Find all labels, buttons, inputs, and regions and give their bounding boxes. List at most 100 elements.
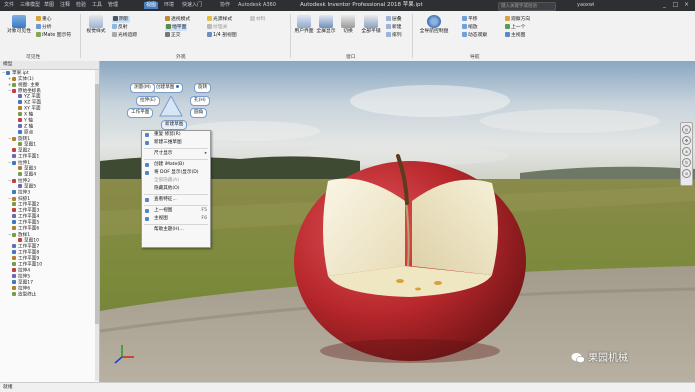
zoom-button[interactable]: 缩放: [462, 24, 478, 31]
reflection-button[interactable]: 反射: [112, 24, 128, 31]
marking-menu-extrude[interactable]: 拉伸(E): [136, 96, 160, 106]
perspective-button[interactable]: 透视模式: [165, 16, 190, 23]
context-menu-item[interactable]: 尺寸显示 ▸: [142, 150, 210, 158]
home-icon: [505, 32, 510, 37]
user-name[interactable]: yaoxwl: [577, 2, 594, 9]
context-menu-item[interactable]: 新建三维草图: [142, 139, 210, 147]
user-interface-button[interactable]: 用户界面: [294, 15, 314, 35]
tree-node-label: Z 轴: [24, 124, 34, 130]
context-menu-label: 帮助主题(H)...: [154, 227, 184, 232]
shadows-button[interactable]: 阴影: [112, 16, 130, 23]
minimize-icon[interactable]: _: [660, 1, 669, 9]
ribbon: 对象可见性 重心 分析 iMate 图示符 可见性 视觉样式 阴影 反射 光线追…: [0, 11, 695, 62]
lighting-style-button[interactable]: 光源样式: [207, 16, 232, 23]
tree-node-label: Y 轴: [24, 118, 33, 124]
tree-node-label: 工作平面7: [18, 244, 40, 250]
tab-3d-model[interactable]: 三维模型: [18, 2, 42, 9]
context-menu-item[interactable]: 重复 修剪(R): [142, 131, 210, 139]
center-of-gravity-button[interactable]: 重心: [36, 16, 52, 23]
cascade-button[interactable]: 层叠: [386, 16, 402, 23]
object-visibility-icon: [12, 15, 26, 28]
tree-node-label: X 轴: [24, 112, 34, 118]
marking-menu-new-sketch[interactable]: 新建草图: [161, 120, 188, 130]
full-navigation-wheel-button[interactable]: 全导航控制盘: [416, 15, 452, 35]
marking-menu-revolve[interactable]: 旋转: [194, 83, 212, 93]
pan-icon[interactable]: ✥: [682, 136, 691, 145]
tree-node-label: 工作平面10: [18, 262, 43, 268]
zoom-icon[interactable]: ±: [682, 147, 691, 156]
context-menu-item[interactable]: 上一视图 F5: [142, 207, 210, 215]
context-menu-item[interactable]: 将 DOF 显示(显示(D): [142, 169, 210, 177]
ground-plane-button[interactable]: 地平面: [165, 24, 188, 31]
home-view-button[interactable]: 主视图: [505, 32, 525, 39]
marking-menu-measure[interactable]: 测量(M): [130, 83, 155, 93]
tab-file[interactable]: 文件: [2, 2, 16, 9]
feature-icon: [12, 268, 16, 272]
tree-node-label: 工作平面8: [18, 250, 40, 256]
look-at-button[interactable]: 观察方向: [505, 16, 530, 23]
context-menu-item[interactable]: 帮助主题(H)...: [142, 226, 210, 234]
tree-node-label: 草图10: [24, 238, 40, 244]
marking-menu-hole[interactable]: 孔(H): [190, 96, 210, 106]
help-search-input[interactable]: 键入关键字或短语: [498, 2, 556, 11]
previous-view-button[interactable]: 上一个: [505, 24, 525, 31]
maximize-icon[interactable]: □: [671, 1, 680, 9]
tab-get-started[interactable]: 快速入门: [180, 2, 204, 9]
feature-icon: [12, 214, 16, 218]
pan-button[interactable]: 平移: [462, 16, 478, 23]
navigation-bar[interactable]: ◎ ✥ ± ↻ ⊙: [680, 122, 693, 186]
ray-tracing-button[interactable]: 光线追踪: [112, 32, 137, 39]
menu-divider: [144, 205, 208, 206]
arrange-button[interactable]: 排列: [386, 32, 402, 39]
tree-node-label: YZ 平面: [24, 94, 41, 100]
tab-sketch[interactable]: 草图: [42, 2, 56, 9]
new-window-icon: [386, 24, 391, 29]
steering-wheel-icon: [427, 15, 441, 28]
tab-a360[interactable]: Autodesk A360: [236, 2, 278, 9]
marking-menu-fillet[interactable]: 圆角: [190, 108, 208, 118]
context-menu-shortcut: F6: [201, 216, 207, 221]
tab-collaborate[interactable]: 协作: [218, 2, 232, 9]
context-menu-shortcut: ▸: [204, 151, 207, 156]
orthographic-button[interactable]: 正交: [165, 32, 181, 39]
tab-tools[interactable]: 工具: [90, 2, 104, 9]
orbit-icon[interactable]: ↻: [682, 158, 691, 167]
tree-node-label: 工作平面2: [18, 202, 40, 208]
steering-wheel-icon[interactable]: ◎: [682, 125, 691, 134]
feature-icon: [18, 172, 22, 176]
feature-icon: [18, 238, 22, 242]
feature-icon: [12, 226, 16, 230]
model-tree: − 苹果.ipt + 实体(1) + 视图: 主要 − 原始坐标系 YZ 平面 XZ 平面 XY 平…: [2, 70, 94, 298]
quarter-section-button[interactable]: 1/4 剖视图: [207, 32, 237, 39]
context-menu-item[interactable]: 隐藏其他(O): [142, 185, 210, 193]
imate-glyph-button[interactable]: iMate 图示符: [36, 32, 71, 39]
tree-node[interactable]: 造型终止: [2, 292, 94, 298]
tile-all-button[interactable]: 全部平铺: [358, 15, 384, 35]
browser-scrollbar[interactable]: [95, 70, 99, 381]
tab-view[interactable]: 视图: [144, 2, 159, 9]
tab-inspect[interactable]: 检验: [74, 2, 88, 9]
model-browser: 模型 − 苹果.ipt + 实体(1) + 视图: 主要 − 原始坐标系 YZ 平面 XZ 平面 X…: [0, 61, 100, 382]
marking-menu-work-plane[interactable]: 工作平面: [127, 108, 154, 118]
analysis-button[interactable]: 分析: [36, 24, 52, 31]
tab-manage[interactable]: 管理: [106, 2, 120, 9]
context-menu-item[interactable]: 创建 iMate(B): [142, 161, 210, 169]
switch-window-button[interactable]: 切换: [340, 15, 356, 35]
apple-model[interactable]: [294, 154, 526, 363]
context-menu-item[interactable]: 主视图 F6: [142, 215, 210, 223]
texture-button[interactable]: 纹理关: [207, 24, 227, 31]
context-menu-item[interactable]: 全部隐藏(A): [142, 177, 210, 185]
object-visibility-button[interactable]: 对象可见性: [3, 15, 35, 35]
marking-menu-create-sketch[interactable]: 创建草图: [152, 83, 184, 93]
new-window-button[interactable]: 新建: [386, 24, 402, 31]
close-icon[interactable]: ×: [682, 1, 691, 9]
material-button[interactable]: 材料: [250, 16, 266, 23]
full-screen-button[interactable]: 全屏显示: [315, 15, 337, 35]
tab-environments[interactable]: 环境: [162, 2, 176, 9]
tab-annotate[interactable]: 注释: [58, 2, 72, 9]
scrollbar-thumb[interactable]: [95, 84, 99, 324]
context-menu-item[interactable]: 查看特征...: [142, 196, 210, 204]
look-at-icon[interactable]: ⊙: [682, 169, 691, 178]
view-style-button[interactable]: 视觉样式: [84, 15, 108, 35]
orbit-button[interactable]: 动态观察: [462, 32, 487, 39]
